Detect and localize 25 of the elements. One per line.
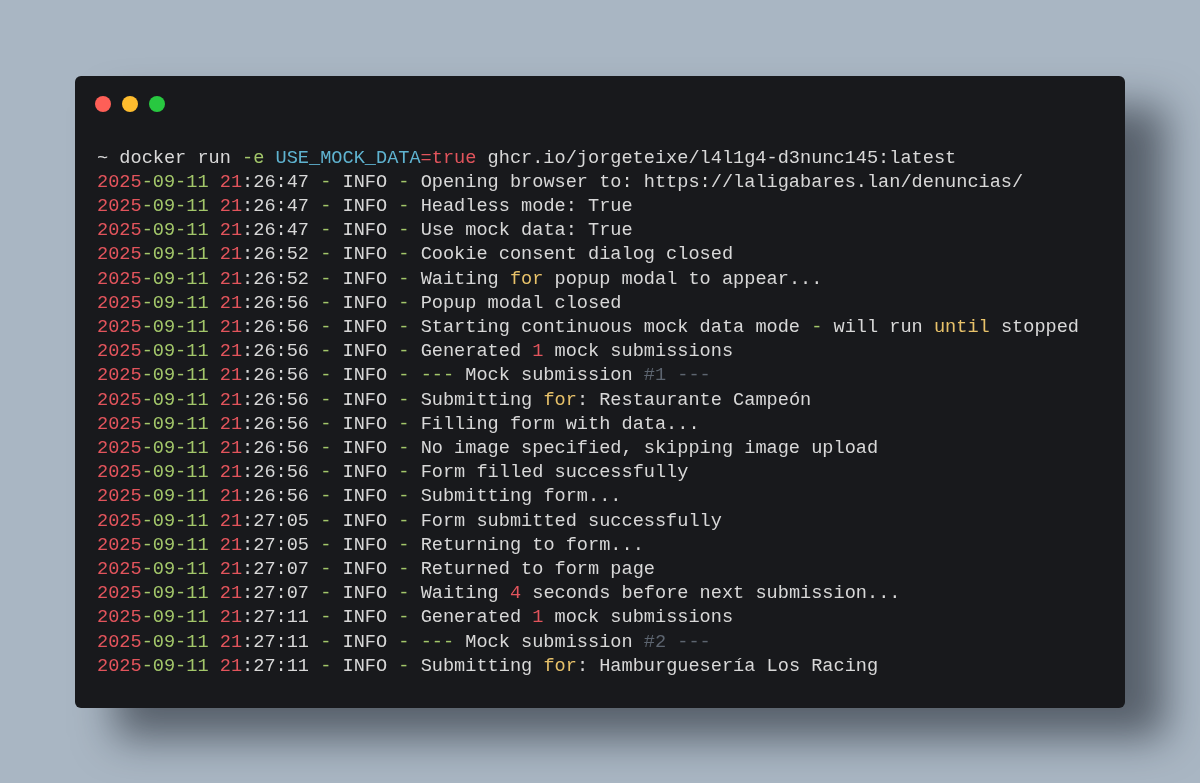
zoom-button[interactable] bbox=[149, 95, 165, 112]
terminal-line: 2025-09-11 21:26:47 - INFO - Opening browser to: https://laligabares.lan/denuncias/ bbox=[97, 170, 1024, 195]
terminal-line: 2025-09-11 21:26:56 - INFO - Popup modal closed bbox=[97, 291, 622, 316]
terminal-line: ~ docker run -e USE_MOCK_DATA=true ghcr.io/jorgeteixe/l4l1g4-d3nunc145:latest bbox=[97, 146, 957, 171]
terminal-line: 2025-09-11 21:26:47 - INFO - Headless mode: True bbox=[97, 194, 633, 219]
terminal-line: 2025-09-11 21:26:52 - INFO - Cookie consent dialog closed bbox=[97, 243, 734, 268]
terminal-line: 2025-09-11 21:26:56 - INFO - Generated 1 mock submissions bbox=[97, 340, 734, 365]
terminal-line: 2025-09-11 21:26:47 - INFO - Use mock data: True bbox=[97, 219, 633, 244]
close-button[interactable] bbox=[95, 95, 111, 112]
terminal-line: 2025-09-11 21:27:11 - INFO - --- Mock submission #2 --- bbox=[97, 630, 711, 655]
terminal-line: 2025-09-11 21:26:56 - INFO - Submitting form... bbox=[97, 485, 622, 510]
terminal-line: 2025-09-11 21:27:07 - INFO - Returned to form page bbox=[97, 557, 655, 582]
terminal-line: 2025-09-11 21:27:11 - INFO - Generated 1 mock submissions bbox=[97, 606, 734, 631]
terminal-line: 2025-09-11 21:26:56 - INFO - Filling form with data... bbox=[97, 412, 700, 437]
terminal-line: 2025-09-11 21:27:07 - INFO - Waiting 4 seconds before next submission... bbox=[97, 582, 901, 607]
terminal-line: 2025-09-11 21:26:56 - INFO - Starting continuous mock data mode - will run until stopped bbox=[97, 315, 1079, 340]
terminal-line: 2025-09-11 21:26:56 - INFO - No image specified, skipping image upload bbox=[97, 436, 879, 461]
terminal-line: 2025-09-11 21:26:56 - INFO - Submitting for: Restaurante Campeón bbox=[97, 388, 812, 413]
terminal-line: 2025-09-11 21:26:52 - INFO - Waiting for popup modal to appear... bbox=[97, 267, 823, 292]
terminal-line: 2025-09-11 21:26:56 - INFO - Form filled successfully bbox=[97, 461, 689, 486]
minimize-button[interactable] bbox=[122, 95, 138, 112]
terminal-line: 2025-09-11 21:27:05 - INFO - Returning to form... bbox=[97, 533, 644, 558]
terminal-line: 2025-09-11 21:27:05 - INFO - Form submitted successfully bbox=[97, 509, 722, 534]
terminal-line: 2025-09-11 21:26:56 - INFO - --- Mock submission #1 --- bbox=[97, 364, 711, 389]
terminal-line: 2025-09-11 21:27:11 - INFO - Submitting for: Hamburguesería Los Racing bbox=[97, 654, 879, 679]
